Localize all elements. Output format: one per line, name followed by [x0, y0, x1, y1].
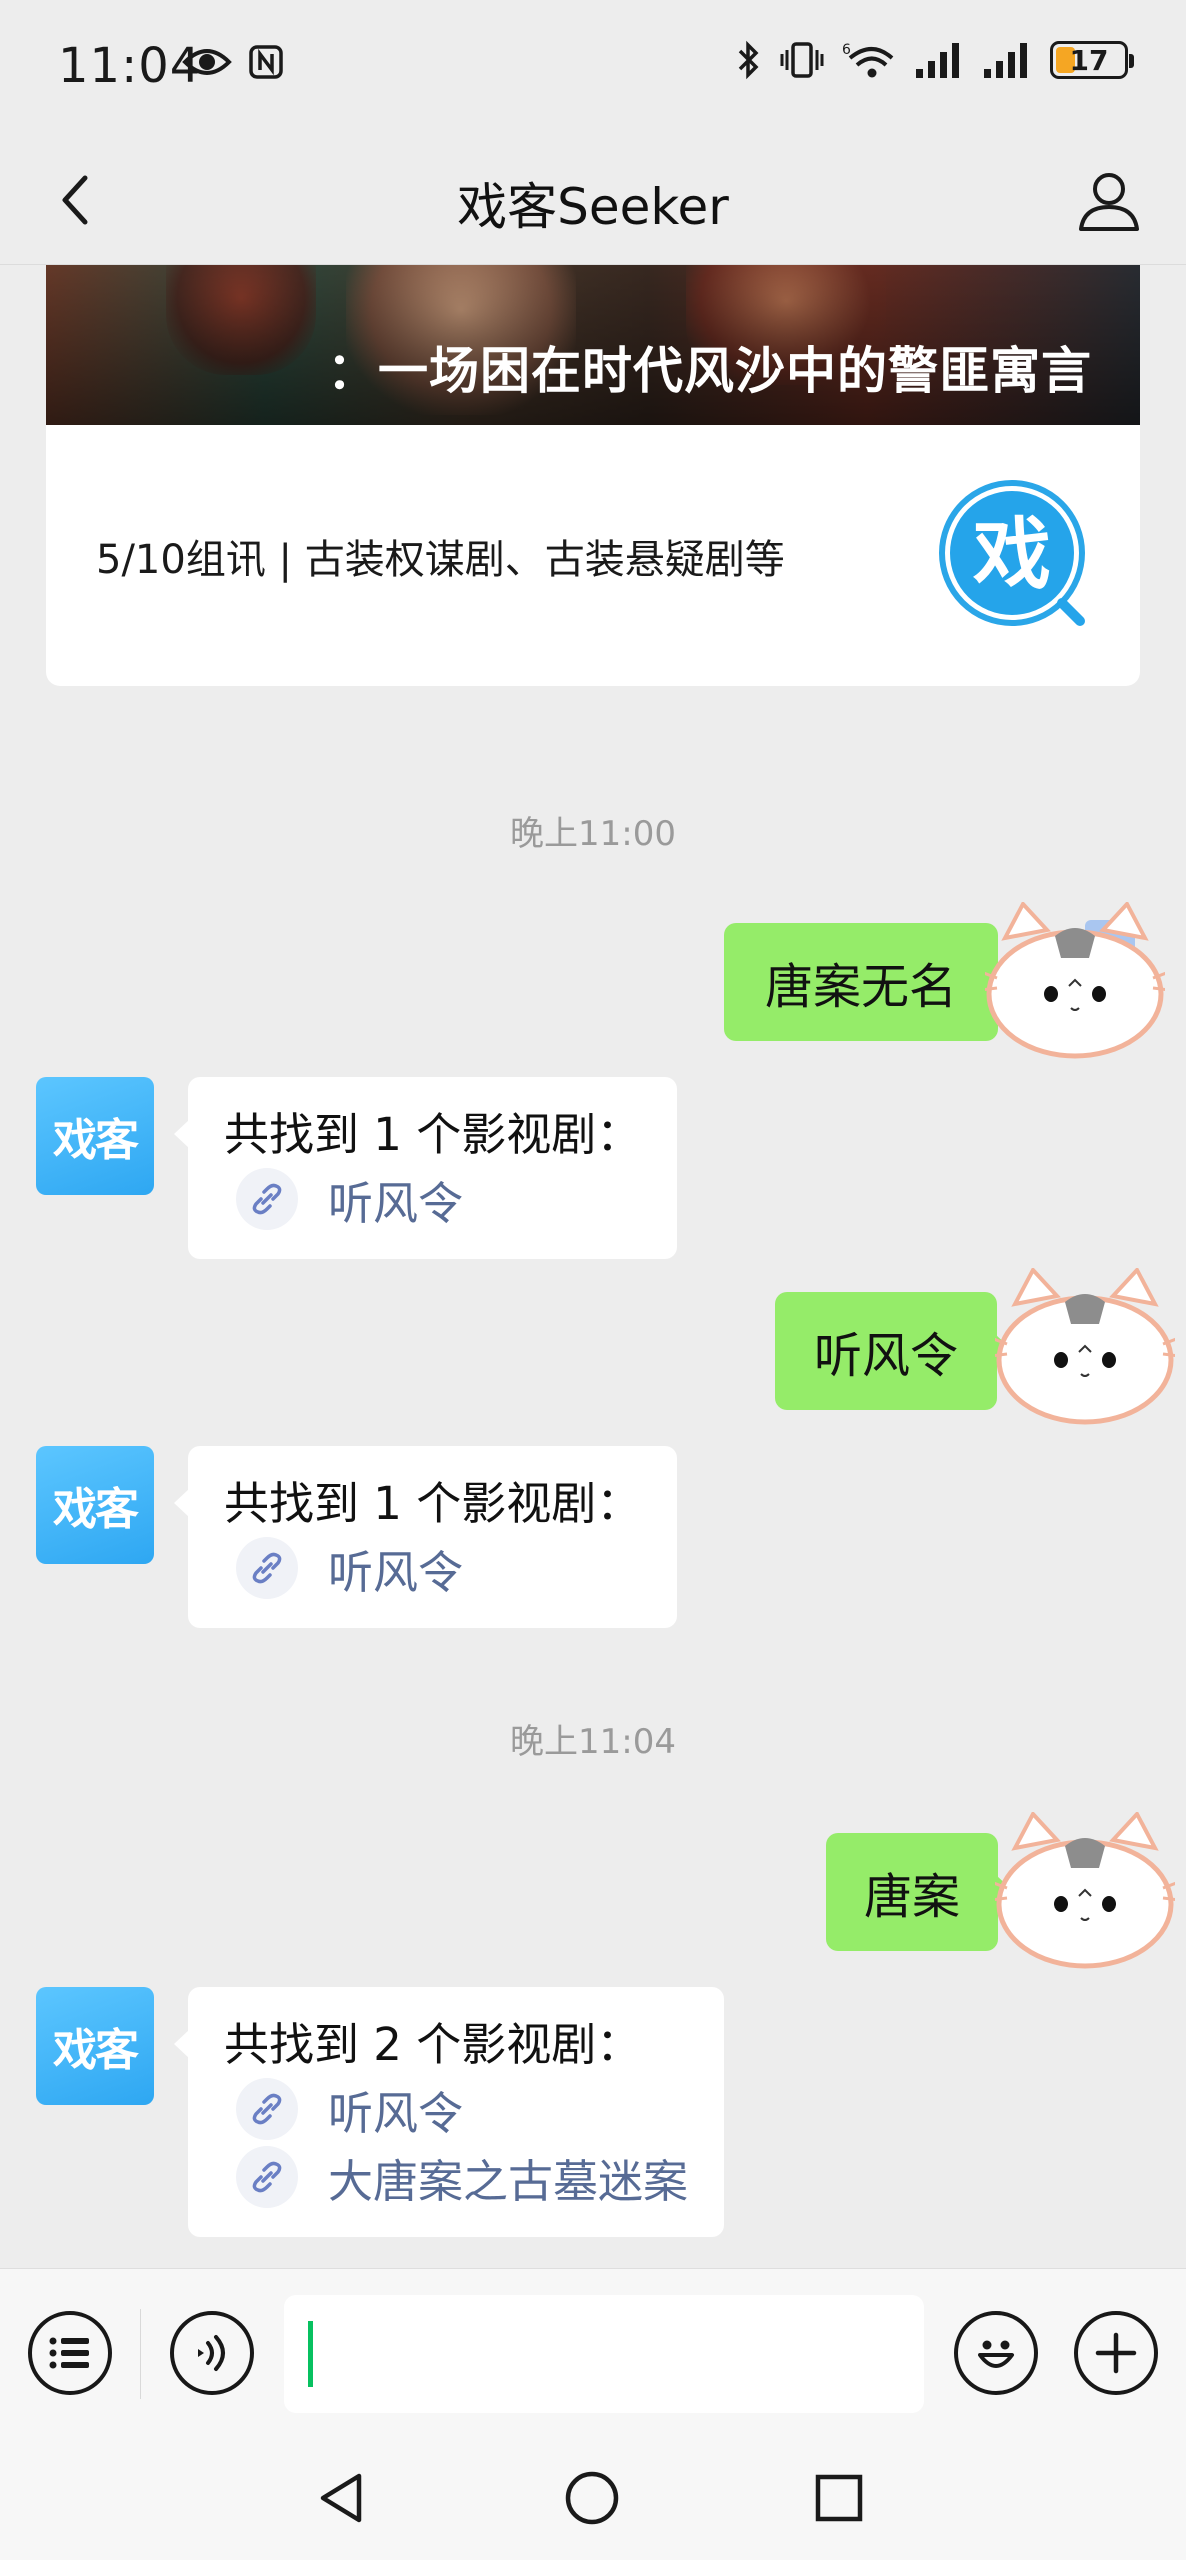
incoming-message: 共找到 1 个影视剧： 听风令: [173, 1077, 678, 1259]
incoming-message: 共找到 2 个影视剧： 听风令 大唐案之古墓迷案: [173, 1987, 725, 2237]
message-input[interactable]: [284, 2295, 924, 2413]
battery-level: 17: [1069, 43, 1109, 77]
input-bar: [0, 2268, 1186, 2439]
link-icon: [236, 2078, 298, 2140]
article-cover-image: ：一场困在时代风沙中的警匪寓言: [46, 265, 1140, 425]
voice-button[interactable]: [170, 2311, 254, 2395]
article-cover-caption: ：一场困在时代风沙中的警匪寓言: [327, 342, 1092, 400]
signal-icon: [916, 43, 959, 78]
reply-link-text: 大唐案之古墓迷案: [328, 2154, 689, 2208]
vibrate-icon: [780, 42, 824, 78]
bot-avatar-text: 戏客: [53, 2025, 139, 2076]
menu-button[interactable]: [28, 2311, 112, 2395]
reply-link-text: 听风令: [328, 1545, 464, 1599]
article-subtitle: 5/10组讯 | 古装权谋剧、古装悬疑剧等: [96, 537, 785, 583]
cat-avatar[interactable]: [995, 1268, 1175, 1428]
svg-text:6: 6: [842, 42, 851, 58]
cat-avatar[interactable]: [985, 902, 1165, 1062]
article-logo-char: 戏: [973, 509, 1051, 600]
reply-link[interactable]: 听风令: [224, 1165, 641, 1233]
reply-link[interactable]: 大唐案之古墓迷案: [224, 2143, 688, 2211]
divider: [140, 2309, 141, 2399]
chat-header: 戏客Seeker: [0, 135, 1186, 265]
profile-button[interactable]: [1070, 161, 1148, 239]
status-time: 11:04: [58, 38, 202, 94]
outgoing-message[interactable]: 唐案: [826, 1833, 1012, 1951]
system-home-button[interactable]: [557, 2463, 627, 2533]
article-card[interactable]: ：一场困在时代风沙中的警匪寓言 5/10组讯 | 古装权谋剧、古装悬疑剧等 戏: [46, 265, 1140, 686]
eye-icon: [182, 49, 232, 75]
menu-list-icon: [49, 2337, 89, 2369]
reply-link[interactable]: 听风令: [224, 2075, 688, 2143]
reply-link[interactable]: 听风令: [224, 1534, 641, 1602]
reply-heading: 共找到 1 个影视剧：: [224, 1477, 642, 1530]
text-caret: [308, 2321, 313, 2387]
link-icon: [236, 1537, 298, 1599]
cat-avatar[interactable]: [995, 1812, 1175, 1972]
timestamp: 晚上11:04: [510, 1722, 676, 1762]
battery-icon: 17: [1050, 41, 1134, 79]
wifi-icon: 6: [842, 42, 894, 78]
voice-icon: [198, 2335, 225, 2371]
reply-link-text: 听风令: [328, 2086, 464, 2140]
status-right-icons: 6 17: [736, 40, 1134, 80]
article-logo: 戏: [939, 480, 1085, 626]
signal-icon: [984, 43, 1027, 78]
plus-icon: [1095, 2332, 1137, 2374]
emoji-icon: [978, 2340, 1014, 2368]
bot-avatar-text: 戏客: [53, 1115, 139, 1166]
bot-avatar[interactable]: 戏客: [36, 1077, 154, 1195]
bot-avatar[interactable]: 戏客: [36, 1446, 154, 1564]
incoming-message: 共找到 1 个影视剧： 听风令: [173, 1446, 678, 1628]
status-bar: 11:04 6 17: [0, 0, 1186, 135]
bot-avatar-text: 戏客: [53, 1484, 139, 1535]
reply-heading: 共找到 1 个影视剧：: [224, 1108, 642, 1161]
link-icon: [236, 1168, 298, 1230]
person-icon: [1079, 173, 1139, 231]
chat-title: 戏客Seeker: [457, 178, 729, 236]
status-left-icons: [182, 44, 284, 80]
link-icon: [236, 2146, 298, 2208]
bot-avatar[interactable]: 戏客: [36, 1987, 154, 2105]
reply-heading: 共找到 2 个影视剧：: [224, 2018, 642, 2071]
system-navigation-bar: [0, 2439, 1186, 2560]
bluetooth-icon: [738, 40, 759, 80]
square-recents-icon: [815, 2474, 863, 2522]
more-button[interactable]: [1074, 2311, 1158, 2395]
circle-home-icon: [565, 2471, 619, 2525]
outgoing-message[interactable]: 唐案无名: [724, 923, 1012, 1041]
triangle-back-icon: [320, 2473, 362, 2523]
system-back-button[interactable]: [308, 2463, 378, 2533]
nfc-icon: [249, 45, 283, 79]
reply-link-text: 听风令: [328, 1176, 464, 1230]
outgoing-message[interactable]: 听风令: [775, 1292, 1011, 1410]
emoji-button[interactable]: [954, 2311, 1038, 2395]
system-recents-button[interactable]: [804, 2463, 874, 2533]
timestamp: 晚上11:00: [510, 814, 676, 854]
